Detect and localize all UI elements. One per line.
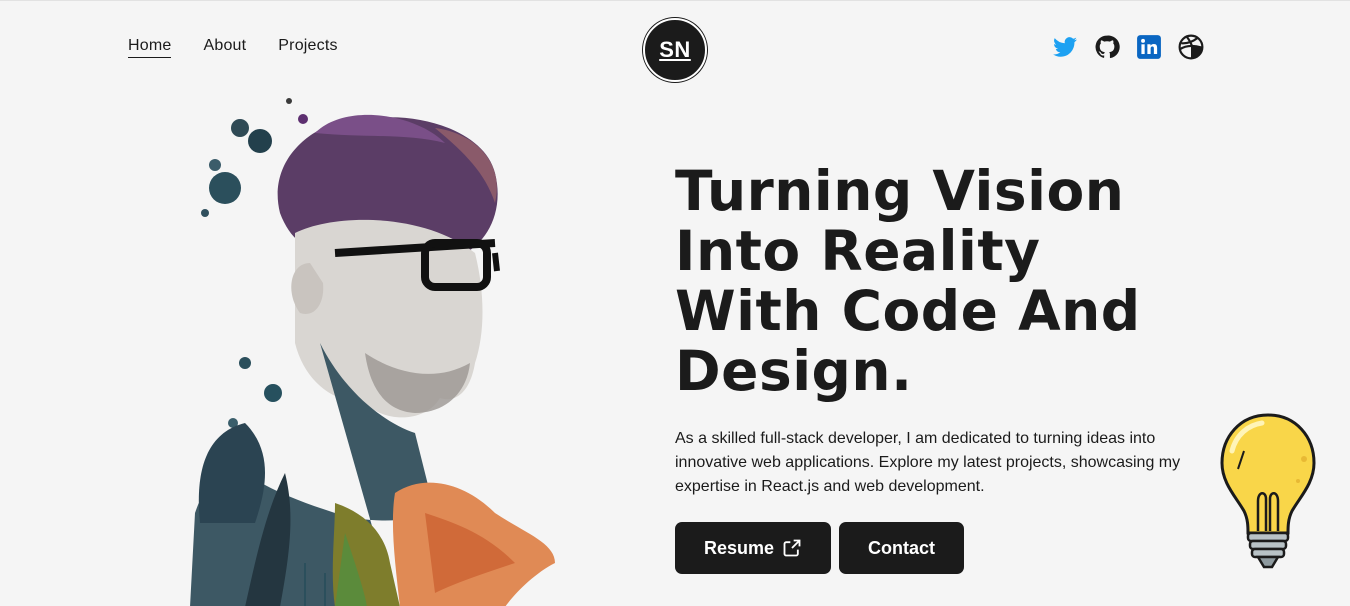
social-links: [1052, 34, 1204, 60]
hero-intro-text: As a skilled full-stack developer, I am …: [675, 430, 1181, 495]
dribbble-icon[interactable]: [1178, 34, 1204, 60]
external-link-icon: [783, 539, 801, 557]
nav-projects-link[interactable]: Projects: [278, 37, 337, 58]
resume-button-label: Resume: [703, 537, 775, 558]
twitter-icon[interactable]: [1052, 34, 1078, 60]
hero-headline: Turning Vision Into Reality With Code An…: [675, 159, 1141, 403]
page: Home About Projects SN Turning Vision In…: [0, 0, 1350, 606]
resume-button[interactable]: Resume: [675, 522, 831, 574]
linkedin-icon[interactable]: [1136, 34, 1162, 60]
logo-text: SN: [659, 37, 691, 62]
nav-home-link[interactable]: Home: [128, 37, 172, 58]
site-logo[interactable]: SN: [643, 18, 707, 82]
contact-button[interactable]: Contact: [839, 522, 964, 574]
github-icon[interactable]: [1094, 34, 1120, 60]
developer-portrait-illustration: [190, 98, 555, 606]
lightbulb-icon: [1220, 413, 1316, 569]
main-nav: Home About Projects: [128, 37, 338, 58]
hero-actions: Resume Contact: [675, 522, 964, 574]
contact-button-label: Contact: [868, 537, 935, 558]
nav-about-link[interactable]: About: [203, 37, 246, 58]
